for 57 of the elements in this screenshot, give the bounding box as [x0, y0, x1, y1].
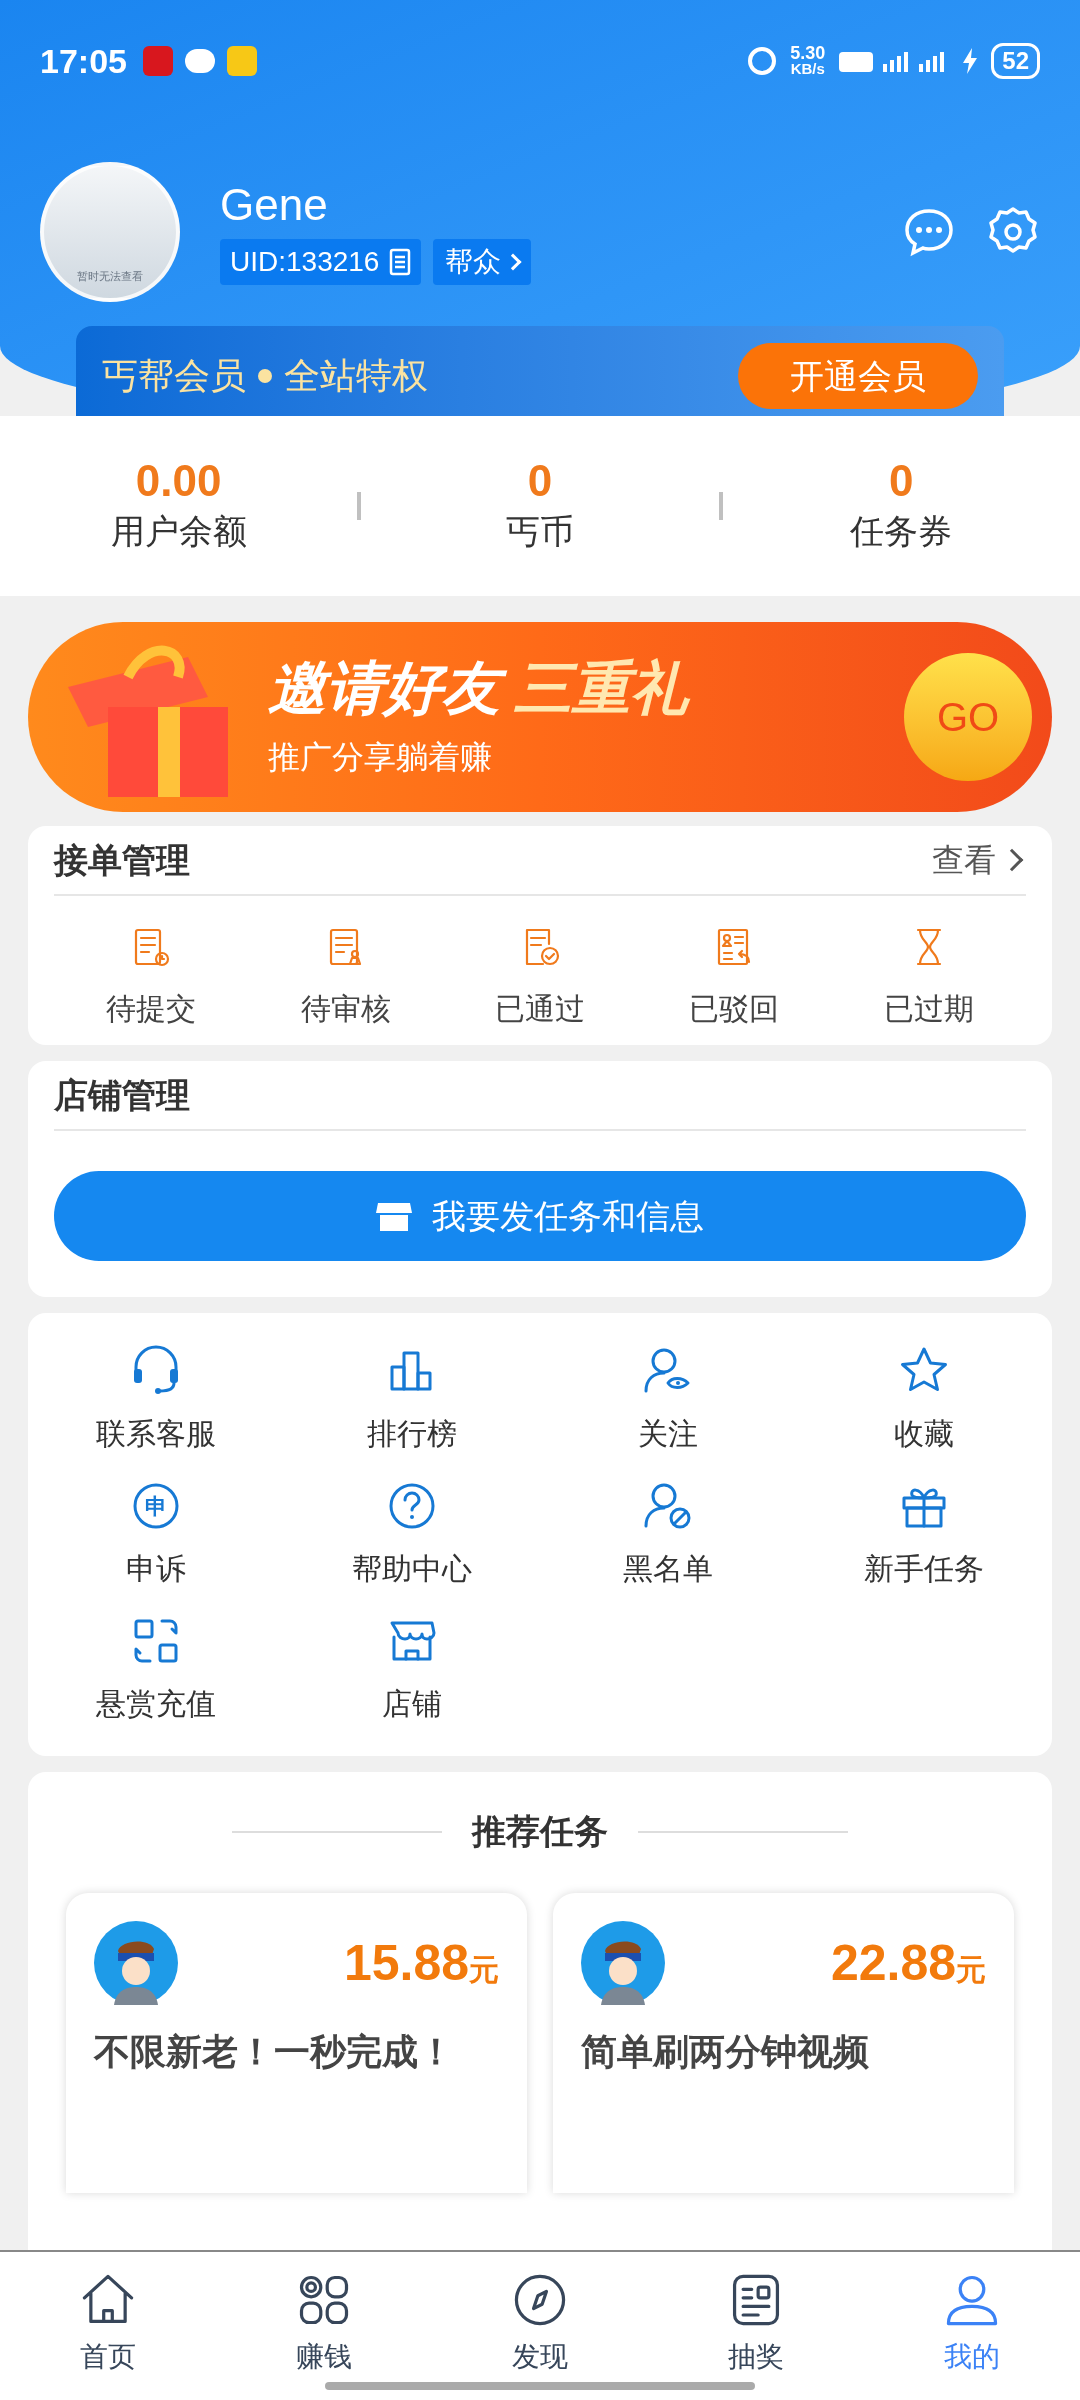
- avatar-caption: 暂时无法查看: [77, 268, 143, 284]
- banner-highlight: 三重礼: [514, 654, 691, 722]
- group-link[interactable]: 帮众: [433, 239, 532, 285]
- network-speed: 5.30: [790, 45, 826, 61]
- uid-badge: UID:133216: [220, 239, 422, 285]
- alarm-icon: [748, 47, 777, 75]
- stat-label: 丐币: [506, 510, 574, 552]
- banner-subtitle: 推广分享躺着赚: [268, 738, 493, 777]
- task-card[interactable]: 15.88元 不限新老！一秒完成！: [66, 1893, 527, 2193]
- tool-item[interactable]: 帮助中心: [284, 1478, 540, 1591]
- order-status-item[interactable]: 待审核: [248, 926, 443, 1031]
- stat-value: 0: [527, 455, 553, 506]
- tool-item[interactable]: 联系客服: [28, 1343, 284, 1456]
- tab-item[interactable]: 抽奖: [648, 2252, 864, 2400]
- tool-item[interactable]: 黑名单: [540, 1478, 796, 1591]
- tool-item[interactable]: 悬赏充值: [28, 1613, 284, 1726]
- task-price: 22.88: [830, 1933, 956, 1993]
- publish-button[interactable]: 我要发任务和信息: [54, 1171, 1026, 1261]
- membership-title: 丐帮会员: [102, 354, 246, 398]
- chat-bubble-icon: [184, 49, 215, 73]
- price-unit: 元: [956, 1952, 986, 1988]
- tool-item[interactable]: 新手任务: [796, 1478, 1052, 1591]
- stat-value: 0.00: [135, 455, 222, 506]
- banner-title: 邀请好友: [268, 653, 512, 723]
- membership-subtitle: 全站特权: [284, 354, 428, 398]
- task-price: 15.88: [343, 1933, 469, 1993]
- network-speed-unit: KB/s: [790, 61, 825, 77]
- order-status-item[interactable]: 已驳回: [637, 926, 832, 1031]
- section-title: 店铺管理: [54, 1074, 190, 1116]
- tab-item[interactable]: 发现: [432, 2252, 648, 2400]
- task-title: 简单刷两分钟视频: [581, 2030, 870, 2074]
- tab-item[interactable]: 首页: [0, 2252, 216, 2400]
- user-name: Gene: [220, 179, 329, 231]
- task-card[interactable]: 22.88元 简单刷两分钟视频: [553, 1893, 1014, 2193]
- stat-label: 任务券: [850, 510, 953, 552]
- copy-icon[interactable]: [389, 248, 412, 276]
- task-title: 不限新老！一秒完成！: [94, 2030, 455, 2074]
- order-status-item[interactable]: 待提交: [54, 926, 249, 1031]
- price-unit: 元: [469, 1952, 499, 1988]
- tab-item[interactable]: 我的: [864, 2252, 1080, 2400]
- tool-item[interactable]: 排行榜: [284, 1343, 540, 1456]
- stat-value: 0: [889, 455, 914, 506]
- section-title: 接单管理: [54, 839, 190, 881]
- charging-icon: [963, 48, 978, 74]
- tool-item[interactable]: 收藏: [796, 1343, 1052, 1456]
- store-icon: [376, 1201, 412, 1231]
- order-status-item[interactable]: 已通过: [442, 926, 638, 1031]
- view-link[interactable]: 查看: [932, 836, 1026, 884]
- tool-item[interactable]: 申 申诉: [28, 1478, 284, 1591]
- section-title: 推荐任务: [472, 1811, 608, 1852]
- battery-level: 52: [991, 43, 1040, 79]
- order-status-item[interactable]: 已过期: [831, 926, 1027, 1031]
- tool-item[interactable]: 店铺: [284, 1613, 540, 1726]
- tool-item[interactable]: 关注: [540, 1343, 796, 1456]
- tab-item[interactable]: 赚钱: [216, 2252, 432, 2400]
- stat-label: 用户余额: [110, 510, 247, 552]
- clock: 17:05: [40, 40, 127, 82]
